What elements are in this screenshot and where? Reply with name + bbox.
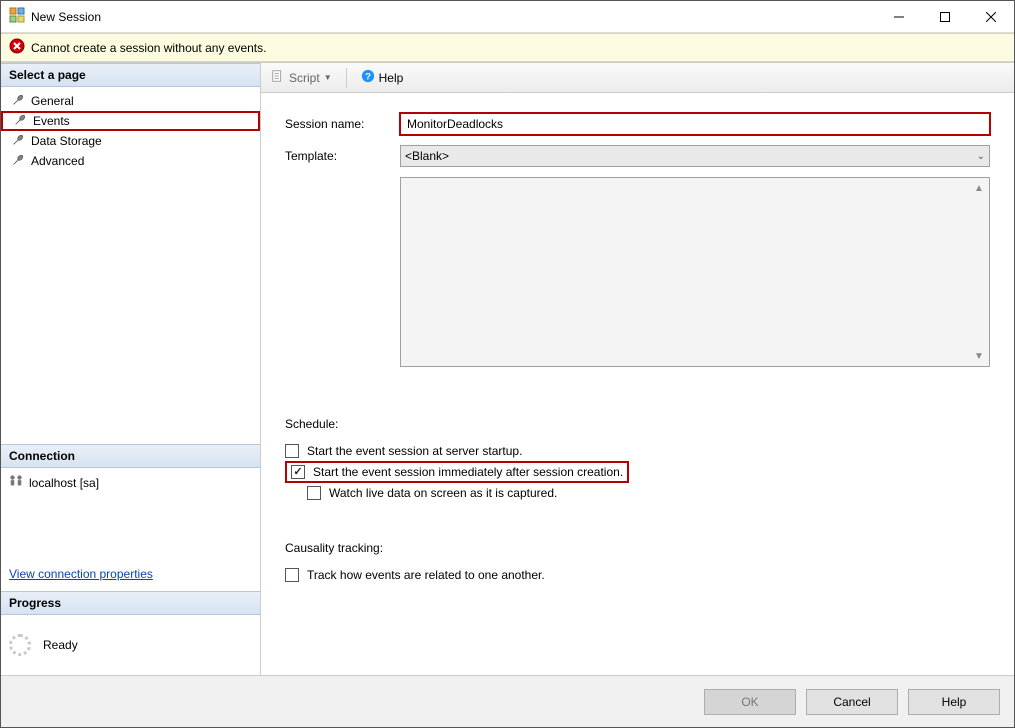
help-button[interactable]: ? Help xyxy=(357,67,408,88)
causality-header: Causality tracking: xyxy=(285,541,990,555)
connection-header: Connection xyxy=(1,444,260,468)
page-nav: General Events Data Storage xyxy=(1,87,260,175)
checkbox-immediate[interactable] xyxy=(291,465,305,479)
template-label: Template: xyxy=(285,149,400,163)
ok-button[interactable]: OK xyxy=(704,689,796,715)
sidebar: Select a page General Events xyxy=(1,63,261,675)
chevron-down-icon: ⌄ xyxy=(977,151,985,162)
nav-label: Data Storage xyxy=(31,134,102,148)
app-icon xyxy=(9,7,25,26)
checkbox-label-startup: Start the event session at server startu… xyxy=(307,444,522,458)
nav-label: Events xyxy=(33,114,70,128)
select-page-header: Select a page xyxy=(1,63,260,87)
help-dialog-button[interactable]: Help xyxy=(908,689,1000,715)
checkbox-watch[interactable] xyxy=(307,486,321,500)
connection-block: localhost [sa] xyxy=(1,468,260,497)
window-title: New Session xyxy=(31,10,101,24)
checkbox-track[interactable] xyxy=(285,568,299,582)
script-label: Script xyxy=(289,71,320,85)
checkbox-row-immediate[interactable]: Start the event session immediately afte… xyxy=(285,461,629,483)
dialog-window: New Session Cannot create a session with… xyxy=(0,0,1015,728)
sidebar-spacer xyxy=(1,175,260,444)
checkbox-label-watch: Watch live data on screen as it is captu… xyxy=(329,486,557,500)
checkbox-row-watch[interactable]: Watch live data on screen as it is captu… xyxy=(285,483,990,503)
wrench-icon xyxy=(13,113,27,130)
script-button[interactable]: Script ▼ xyxy=(267,67,336,88)
server-icon xyxy=(9,474,23,491)
minimize-button[interactable] xyxy=(876,1,922,32)
session-name-label: Session name: xyxy=(285,117,400,131)
nav-item-events[interactable]: Events xyxy=(1,111,260,131)
script-icon xyxy=(271,69,285,86)
checkbox-row-track[interactable]: Track how events are related to one anot… xyxy=(285,565,990,585)
nav-item-advanced[interactable]: Advanced xyxy=(1,151,260,171)
toolbar-separator xyxy=(346,68,347,88)
causality-section: Causality tracking: Track how events are… xyxy=(261,531,1014,589)
form-area: Session name: Template: <Blank> ⌄ ▲ ▼ xyxy=(261,93,1014,377)
schedule-header: Schedule: xyxy=(285,417,990,431)
template-select[interactable]: <Blank> ⌄ xyxy=(400,145,990,167)
cancel-button[interactable]: Cancel xyxy=(806,689,898,715)
template-description-area[interactable]: ▲ ▼ xyxy=(400,177,990,367)
schedule-section: Schedule: Start the event session at ser… xyxy=(261,407,1014,507)
wrench-icon xyxy=(11,133,25,150)
content-pane: Script ▼ ? Help Session name: Templat xyxy=(261,63,1014,675)
checkbox-label-track: Track how events are related to one anot… xyxy=(307,568,545,582)
view-connection-properties-link[interactable]: View connection properties xyxy=(1,557,260,591)
error-icon xyxy=(9,38,25,57)
progress-block: Ready xyxy=(1,615,260,675)
error-bar: Cannot create a session without any even… xyxy=(1,33,1014,62)
help-label: Help xyxy=(379,71,404,85)
progress-spinner-icon xyxy=(9,634,31,656)
help-icon: ? xyxy=(361,69,375,86)
title-bar: New Session xyxy=(1,1,1014,33)
button-bar: OK Cancel Help xyxy=(1,675,1014,727)
chevron-down-icon: ▼ xyxy=(324,73,332,82)
wrench-icon xyxy=(11,93,25,110)
scroll-up-icon[interactable]: ▲ xyxy=(971,180,987,196)
error-message: Cannot create a session without any even… xyxy=(31,41,266,55)
nav-item-general[interactable]: General xyxy=(1,91,260,111)
wrench-icon xyxy=(11,153,25,170)
progress-status: Ready xyxy=(43,638,78,652)
checkbox-row-startup[interactable]: Start the event session at server startu… xyxy=(285,441,990,461)
nav-label: General xyxy=(31,94,74,108)
close-button[interactable] xyxy=(968,1,1014,32)
progress-header: Progress xyxy=(1,591,260,615)
maximize-button[interactable] xyxy=(922,1,968,32)
window-controls xyxy=(876,1,1014,32)
session-name-input[interactable] xyxy=(400,113,990,135)
checkbox-label-immediate: Start the event session immediately afte… xyxy=(313,465,623,479)
template-value: <Blank> xyxy=(405,149,449,163)
checkbox-startup[interactable] xyxy=(285,444,299,458)
content-toolbar: Script ▼ ? Help xyxy=(261,63,1014,93)
dialog-body: Select a page General Events xyxy=(1,62,1014,675)
scroll-down-icon[interactable]: ▼ xyxy=(971,348,987,364)
nav-item-data-storage[interactable]: Data Storage xyxy=(1,131,260,151)
svg-text:?: ? xyxy=(365,72,371,83)
connection-value: localhost [sa] xyxy=(29,476,99,490)
nav-label: Advanced xyxy=(31,154,84,168)
